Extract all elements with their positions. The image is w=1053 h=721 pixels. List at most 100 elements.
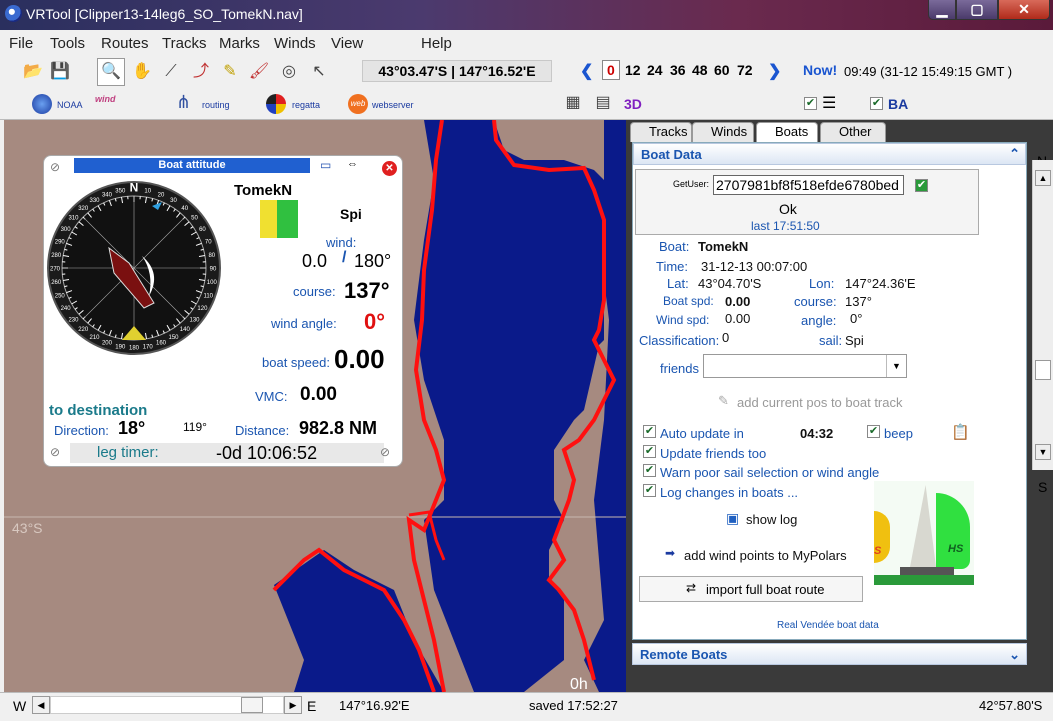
close-window-button[interactable]: ✕ — [998, 0, 1050, 20]
clipboard-icon[interactable]: 📋 — [951, 423, 970, 441]
close-panel-icon[interactable]: ✕ — [382, 161, 397, 176]
scroll-down-icon[interactable]: ▼ — [1035, 444, 1051, 460]
route-draw-icon[interactable]: ⤴ — [190, 62, 212, 82]
pin-icon[interactable]: ⊘ — [50, 160, 60, 174]
ba-checkbox[interactable]: ✔ — [870, 97, 883, 110]
measure-icon[interactable]: ⟋ — [160, 62, 182, 82]
compass-label: 330 — [89, 198, 100, 204]
now-button[interactable]: Now! — [803, 62, 837, 78]
pointer-icon[interactable]: ↖ — [308, 62, 330, 82]
noaa-label[interactable]: NOAA — [57, 100, 83, 110]
calculator-icon[interactable]: ▦ — [562, 93, 584, 113]
pencil-icon[interactable]: ✎ — [219, 62, 241, 82]
scroll-up-icon[interactable]: ▲ — [1035, 170, 1051, 186]
beep-checkbox[interactable]: ✔ — [867, 425, 880, 438]
hscroll-thumb[interactable] — [241, 697, 263, 713]
latitude-label: 43°S — [12, 520, 43, 536]
open-folder-icon[interactable]: 📂 — [22, 62, 44, 82]
compass-label: 180 — [129, 346, 140, 352]
layers-icon[interactable]: ☰ — [822, 93, 836, 113]
collapse-icon[interactable]: ⌃ — [1009, 143, 1020, 165]
target-icon[interactable]: ◎ — [278, 62, 300, 82]
vertical-scrollbar[interactable]: ▲ ▼ — [1032, 160, 1053, 470]
getuser-input[interactable] — [713, 175, 904, 195]
hour-24-button[interactable]: 24 — [647, 62, 663, 78]
ba-label[interactable]: BA — [888, 96, 908, 112]
pin-left-icon[interactable]: ⊘ — [50, 445, 60, 459]
update-friends-checkbox[interactable]: ✔ — [643, 445, 656, 458]
menu-tracks[interactable]: Tracks — [162, 35, 206, 52]
hour-48-button[interactable]: 48 — [692, 62, 708, 78]
time-label: Time: — [656, 259, 689, 274]
scroll-left-icon[interactable]: ◀ — [32, 696, 50, 714]
tab-winds[interactable]: Winds — [692, 122, 754, 142]
pin-right-icon[interactable]: ⊘ — [380, 445, 390, 459]
menu-marks[interactable]: Marks — [219, 35, 260, 52]
scroll-thumb[interactable] — [1035, 360, 1051, 380]
remote-boats-header[interactable]: Remote Boats ⌄ — [632, 643, 1027, 665]
maximize-button[interactable]: ▢ — [956, 0, 998, 20]
title-bar: VRTool [Clipper13-14leg6_SO_TomekN.nav] … — [0, 0, 1053, 30]
menu-help[interactable]: Help — [421, 35, 452, 52]
show-log-button[interactable]: show log — [746, 512, 797, 527]
menu-view[interactable]: View — [331, 35, 363, 52]
hour-0-button[interactable]: 0 — [602, 60, 620, 80]
auto-update-checkbox[interactable]: ✔ — [643, 425, 656, 438]
window-icon[interactable]: ▭ — [320, 158, 331, 172]
dropdown-arrow-icon[interactable]: ▼ — [886, 355, 906, 377]
hour-60-button[interactable]: 60 — [714, 62, 730, 78]
sail-icon — [260, 200, 298, 238]
pan-hand-icon[interactable]: ✋ — [131, 62, 153, 82]
lon-label: Lon: — [809, 276, 835, 291]
menu-winds[interactable]: Winds — [274, 35, 316, 52]
routing-label[interactable]: routing — [202, 100, 230, 110]
warn-checkbox[interactable]: ✔ — [643, 464, 656, 477]
routing-icon[interactable]: ⋔ — [176, 92, 191, 113]
brush-icon[interactable]: 🖌 — [248, 62, 270, 82]
leg-timer-label: leg timer: — [97, 444, 159, 461]
wind-icon[interactable]: wind — [95, 94, 116, 104]
webserver-icon[interactable]: web — [348, 94, 368, 114]
zoom-icon[interactable]: 🔍 — [97, 58, 125, 86]
noaa-icon[interactable] — [32, 94, 52, 114]
real-vendee-link[interactable]: Real Vendée boat data — [777, 620, 879, 631]
compass-label: 300 — [61, 227, 72, 233]
wind-speed-value: 0.00 — [725, 311, 751, 326]
tab-boats[interactable]: Boats — [756, 122, 818, 142]
expand-remote-icon[interactable]: ⌄ — [1009, 644, 1020, 666]
expand-icon[interactable]: ⇔ — [347, 158, 358, 170]
horizontal-scrollbar[interactable] — [50, 696, 284, 714]
ok-button[interactable]: Ok — [779, 201, 797, 217]
hour-36-button[interactable]: 36 — [670, 62, 686, 78]
printer-icon[interactable]: ▤ — [592, 93, 614, 113]
add-pos-button[interactable]: add current pos to boat track — [737, 395, 902, 410]
save-icon[interactable]: 💾 — [49, 62, 71, 82]
boat-data-header[interactable]: Boat Data ⌃ — [633, 143, 1026, 165]
lat-label: Lat: — [667, 276, 689, 291]
boat-attitude-panel[interactable]: ⊘ Boat attitude ▭ ⇔ ✕ N 10 20 30 40 50 60 70 80 9… — [43, 155, 403, 467]
confirm-icon[interactable]: ✔ — [915, 179, 928, 192]
layers-checkbox[interactable]: ✔ — [804, 97, 817, 110]
menu-file[interactable]: File — [9, 35, 33, 52]
scroll-right-icon[interactable]: ▶ — [284, 696, 302, 714]
hour-12-button[interactable]: 12 — [625, 62, 641, 78]
tab-tracks[interactable]: Tracks — [630, 122, 692, 142]
next-time-icon[interactable]: ❯ — [768, 61, 781, 81]
classification-label: Classification: — [639, 333, 720, 348]
import-route-button[interactable]: ⇄ import full boat route — [639, 576, 863, 602]
hour-72-button[interactable]: 72 — [737, 62, 753, 78]
boat-data-panel: Boat Data ⌃ GetUser: ✔ Ok last 17:51:50 … — [632, 142, 1027, 640]
prev-time-icon[interactable]: ❮ — [580, 61, 593, 81]
menu-routes[interactable]: Routes — [101, 35, 149, 52]
minimize-button[interactable]: ▁ — [928, 0, 956, 20]
log-changes-checkbox[interactable]: ✔ — [643, 484, 656, 497]
webserver-label[interactable]: webserver — [372, 100, 414, 110]
3d-button[interactable]: 3D — [624, 96, 642, 112]
regatta-label[interactable]: regatta — [292, 100, 320, 110]
regatta-icon[interactable] — [266, 94, 286, 114]
tab-other[interactable]: Other — [820, 122, 886, 142]
friends-select[interactable]: ▼ — [703, 354, 907, 378]
east-label: E — [307, 698, 317, 714]
add-wind-button[interactable]: add wind points to MyPolars — [684, 548, 847, 563]
menu-tools[interactable]: Tools — [50, 35, 85, 52]
